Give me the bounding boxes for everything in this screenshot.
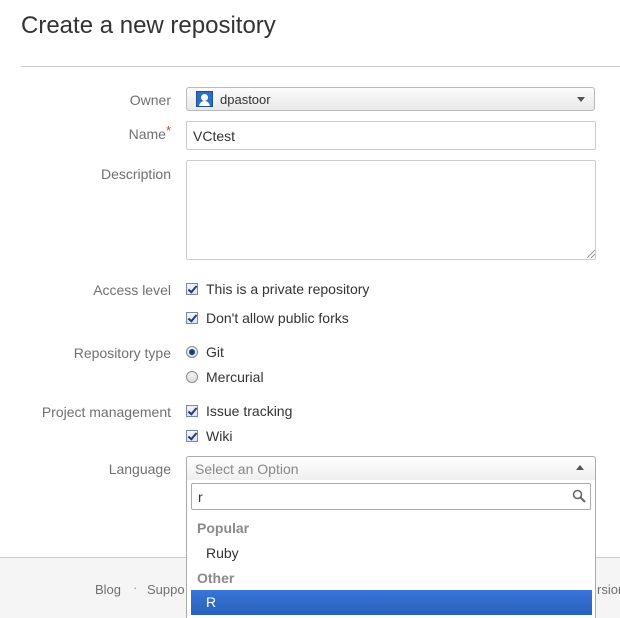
- required-mark: *: [165, 123, 171, 138]
- dropdown-item-r-label: R: [206, 594, 217, 610]
- git-label: Git: [206, 344, 224, 360]
- chevron-up-icon: [576, 465, 584, 470]
- access-level-label: Access level: [93, 282, 171, 298]
- wiki-label: Wiki: [206, 428, 233, 444]
- language-placeholder: Select an Option: [195, 461, 299, 477]
- footer-separator: ·: [133, 580, 138, 595]
- mercurial-label: Mercurial: [206, 369, 264, 385]
- issue-tracking-label: Issue tracking: [206, 403, 293, 419]
- git-radio[interactable]: [186, 346, 198, 358]
- footer-link-support[interactable]: Suppo: [147, 582, 185, 597]
- group-label-other: Other: [197, 570, 235, 586]
- user-avatar-icon: [196, 91, 213, 107]
- dropdown-item-r[interactable]: R: [191, 590, 592, 615]
- check-icon: [187, 405, 198, 416]
- check-icon: [187, 283, 198, 294]
- check-icon: [187, 312, 198, 323]
- language-search-input[interactable]: [191, 483, 591, 510]
- project-management-label: Project management: [41, 404, 171, 420]
- private-repo-checkbox[interactable]: [186, 283, 198, 295]
- search-icon: [572, 489, 586, 503]
- resize-grip-icon[interactable]: [587, 250, 595, 258]
- name-label: Name*: [128, 123, 171, 142]
- radio-selected-icon: [189, 349, 195, 355]
- no-public-forks-label: Don't allow public forks: [206, 310, 349, 326]
- footer-link-blog[interactable]: Blog: [95, 582, 121, 597]
- description-label: Description: [100, 166, 171, 182]
- group-label-popular: Popular: [197, 520, 250, 536]
- owner-value: dpastoor: [220, 92, 271, 107]
- page-title: Create a new repository: [21, 12, 276, 39]
- dropdown-item-ruby[interactable]: Ruby: [206, 545, 239, 561]
- description-textarea[interactable]: [186, 160, 596, 260]
- issue-tracking-checkbox[interactable]: [186, 405, 198, 417]
- title-divider: [21, 66, 620, 67]
- check-icon: [187, 430, 198, 441]
- owner-select[interactable]: dpastoor: [186, 87, 595, 111]
- name-input[interactable]: [186, 121, 596, 150]
- mercurial-radio[interactable]: [186, 371, 198, 383]
- chevron-down-icon: [577, 97, 585, 102]
- no-public-forks-checkbox[interactable]: [186, 312, 198, 324]
- owner-label: Owner: [129, 92, 171, 108]
- language-select[interactable]: Select an Option: [186, 456, 596, 481]
- footer-link-version[interactable]: rsion: [597, 582, 620, 597]
- repository-type-label: Repository type: [73, 345, 171, 361]
- private-repo-label: This is a private repository: [206, 281, 370, 297]
- language-label: Language: [108, 461, 171, 477]
- wiki-checkbox[interactable]: [186, 430, 198, 442]
